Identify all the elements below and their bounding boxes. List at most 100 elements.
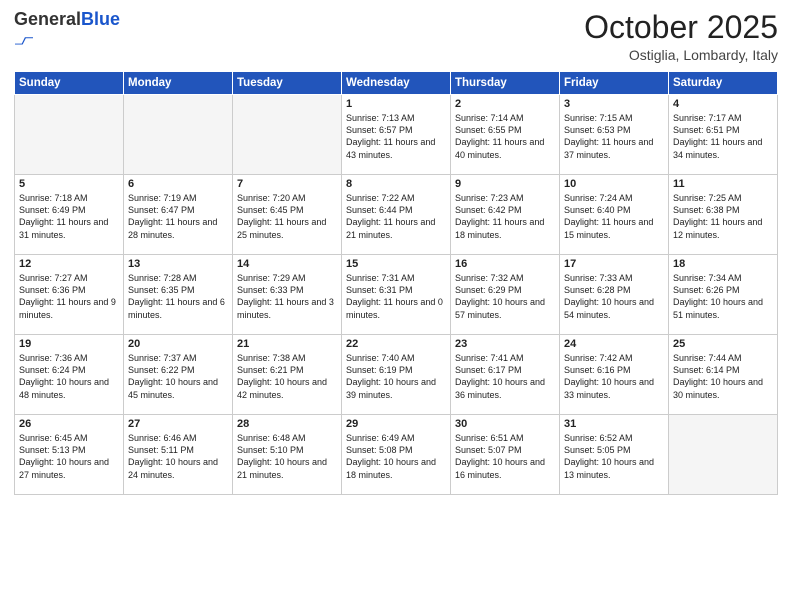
- calendar-week-row: 26 Sunrise: 6:45 AMSunset: 5:13 PMDayligh…: [15, 415, 778, 495]
- day-number: 15: [346, 258, 446, 270]
- cell-text: Sunrise: 7:19 AMSunset: 6:47 PMDaylight:…: [128, 192, 228, 241]
- col-monday: Monday: [124, 72, 233, 95]
- header: GeneralBlue October 2025 Ostiglia, Lomba…: [14, 10, 778, 63]
- cell-text: Sunrise: 7:13 AMSunset: 6:57 PMDaylight:…: [346, 112, 446, 161]
- day-number: 6: [128, 178, 228, 190]
- day-number: 10: [564, 178, 664, 190]
- table-row: 21Sunrise: 7:38 AMSunset: 6:21 PMDayligh…: [233, 335, 342, 415]
- cell-text: Sunrise: 6:45 AMSunset: 5:13 PMDaylight:…: [19, 432, 119, 481]
- table-row: 8 Sunrise: 7:22 AMSunset: 6:44 PMDaylight…: [342, 175, 451, 255]
- month-title: October 2025: [584, 10, 778, 45]
- calendar-week-row: 1 Sunrise: 7:13 AMSunset: 6:57 PMDaylight…: [15, 95, 778, 175]
- day-number: 13: [128, 258, 228, 270]
- cell-text: Sunrise: 7:42 AMSunset: 6:16 PMDaylight:…: [564, 352, 664, 401]
- logo: GeneralBlue: [14, 10, 120, 49]
- cell-text: Sunrise: 7:40 AMSunset: 6:19 PMDaylight:…: [346, 352, 446, 401]
- col-saturday: Saturday: [669, 72, 778, 95]
- day-number: 26: [19, 418, 119, 430]
- day-number: 25: [673, 338, 773, 350]
- day-number: 16: [455, 258, 555, 270]
- table-row: 20 Sunrise: 7:37 AMSunset: 6:22 PMDayligh…: [124, 335, 233, 415]
- day-number: 1: [346, 98, 446, 110]
- cell-text: Sunrise: 7:25 AMSunset: 6:38 PMDaylight:…: [673, 192, 773, 241]
- cell-text: Sunrise: 7:31 AMSunset: 6:31 PMDaylight:…: [346, 272, 446, 321]
- day-number: 11: [673, 178, 773, 190]
- day-number: 28: [237, 418, 337, 430]
- table-row: 9 Sunrise: 7:23 AMSunset: 6:42 PMDaylight…: [451, 175, 560, 255]
- day-number: 18: [673, 258, 773, 270]
- table-row: 25 Sunrise: 7:44 AMSunset: 6:14 PMDayligh…: [669, 335, 778, 415]
- day-number: 5: [19, 178, 119, 190]
- table-row: 22 Sunrise: 7:40 AMSunset: 6:19 PMDayligh…: [342, 335, 451, 415]
- cell-text: Sunrise: 7:33 AMSunset: 6:28 PMDaylight:…: [564, 272, 664, 321]
- day-number: 24: [564, 338, 664, 350]
- location: Ostiglia, Lombardy, Italy: [584, 47, 778, 63]
- day-number: 19: [19, 338, 119, 350]
- day-number: 22: [346, 338, 446, 350]
- table-row: 31Sunrise: 6:52 AMSunset: 5:05 PMDayligh…: [560, 415, 669, 495]
- logo-blue: Blue: [81, 9, 120, 29]
- logo-text: GeneralBlue: [14, 10, 120, 30]
- day-number: 9: [455, 178, 555, 190]
- cell-text: Sunrise: 7:15 AMSunset: 6:53 PMDaylight:…: [564, 112, 664, 161]
- day-number: 7: [237, 178, 337, 190]
- table-row: 26 Sunrise: 6:45 AMSunset: 5:13 PMDayligh…: [15, 415, 124, 495]
- table-row: 4Sunrise: 7:17 AMSunset: 6:51 PMDaylight…: [669, 95, 778, 175]
- table-row: 3 Sunrise: 7:15 AMSunset: 6:53 PMDaylight…: [560, 95, 669, 175]
- cell-text: Sunrise: 7:37 AMSunset: 6:22 PMDaylight:…: [128, 352, 228, 401]
- table-row: 10 Sunrise: 7:24 AMSunset: 6:40 PMDayligh…: [560, 175, 669, 255]
- col-tuesday: Tuesday: [233, 72, 342, 95]
- day-number: 29: [346, 418, 446, 430]
- cell-text: Sunrise: 6:48 AMSunset: 5:10 PMDaylight:…: [237, 432, 337, 481]
- cell-text: Sunrise: 7:20 AMSunset: 6:45 PMDaylight:…: [237, 192, 337, 241]
- calendar-week-row: 12 Sunrise: 7:27 AMSunset: 6:36 PMDayligh…: [15, 255, 778, 335]
- cell-text: Sunrise: 7:44 AMSunset: 6:14 PMDaylight:…: [673, 352, 773, 401]
- cell-text: Sunrise: 7:41 AMSunset: 6:17 PMDaylight:…: [455, 352, 555, 401]
- day-number: 2: [455, 98, 555, 110]
- cell-text: Sunrise: 6:51 AMSunset: 5:07 PMDaylight:…: [455, 432, 555, 481]
- day-number: 14: [237, 258, 337, 270]
- day-number: 30: [455, 418, 555, 430]
- cell-text: Sunrise: 7:34 AMSunset: 6:26 PMDaylight:…: [673, 272, 773, 321]
- cell-text: Sunrise: 7:27 AMSunset: 6:36 PMDaylight:…: [19, 272, 119, 321]
- calendar-header-row: Sunday Monday Tuesday Wednesday Thursday…: [15, 72, 778, 95]
- day-number: 8: [346, 178, 446, 190]
- table-row: 2 Sunrise: 7:14 AMSunset: 6:55 PMDaylight…: [451, 95, 560, 175]
- table-row: 16Sunrise: 7:32 AMSunset: 6:29 PMDayligh…: [451, 255, 560, 335]
- day-number: 27: [128, 418, 228, 430]
- cell-text: Sunrise: 6:49 AMSunset: 5:08 PMDaylight:…: [346, 432, 446, 481]
- table-row: 24 Sunrise: 7:42 AMSunset: 6:16 PMDayligh…: [560, 335, 669, 415]
- table-row: [124, 95, 233, 175]
- title-block: October 2025 Ostiglia, Lombardy, Italy: [584, 10, 778, 63]
- cell-text: Sunrise: 7:23 AMSunset: 6:42 PMDaylight:…: [455, 192, 555, 241]
- cell-text: Sunrise: 7:14 AMSunset: 6:55 PMDaylight:…: [455, 112, 555, 161]
- cell-text: Sunrise: 6:46 AMSunset: 5:11 PMDaylight:…: [128, 432, 228, 481]
- cell-text: Sunrise: 7:18 AMSunset: 6:49 PMDaylight:…: [19, 192, 119, 241]
- table-row: 27 Sunrise: 6:46 AMSunset: 5:11 PMDayligh…: [124, 415, 233, 495]
- day-number: 23: [455, 338, 555, 350]
- table-row: 19Sunrise: 7:36 AMSunset: 6:24 PMDayligh…: [15, 335, 124, 415]
- table-row: 12 Sunrise: 7:27 AMSunset: 6:36 PMDayligh…: [15, 255, 124, 335]
- cell-text: Sunrise: 7:38 AMSunset: 6:21 PMDaylight:…: [237, 352, 337, 401]
- day-number: 3: [564, 98, 664, 110]
- table-row: 5 Sunrise: 7:18 AMSunset: 6:49 PMDaylight…: [15, 175, 124, 255]
- col-friday: Friday: [560, 72, 669, 95]
- cell-text: Sunrise: 6:52 AMSunset: 5:05 PMDaylight:…: [564, 432, 664, 481]
- calendar-week-row: 5 Sunrise: 7:18 AMSunset: 6:49 PMDaylight…: [15, 175, 778, 255]
- table-row: 6 Sunrise: 7:19 AMSunset: 6:47 PMDaylight…: [124, 175, 233, 255]
- table-row: [15, 95, 124, 175]
- calendar-week-row: 19Sunrise: 7:36 AMSunset: 6:24 PMDayligh…: [15, 335, 778, 415]
- cell-text: Sunrise: 7:22 AMSunset: 6:44 PMDaylight:…: [346, 192, 446, 241]
- cell-text: Sunrise: 7:29 AMSunset: 6:33 PMDaylight:…: [237, 272, 337, 321]
- cell-text: Sunrise: 7:28 AMSunset: 6:35 PMDaylight:…: [128, 272, 228, 321]
- day-number: 12: [19, 258, 119, 270]
- table-row: [233, 95, 342, 175]
- table-row: 18 Sunrise: 7:34 AMSunset: 6:26 PMDayligh…: [669, 255, 778, 335]
- table-row: 30 Sunrise: 6:51 AMSunset: 5:07 PMDayligh…: [451, 415, 560, 495]
- table-row: 29 Sunrise: 6:49 AMSunset: 5:08 PMDayligh…: [342, 415, 451, 495]
- table-row: [669, 415, 778, 495]
- cell-text: Sunrise: 7:24 AMSunset: 6:40 PMDaylight:…: [564, 192, 664, 241]
- logo-icon: [15, 31, 33, 49]
- day-number: 20: [128, 338, 228, 350]
- table-row: 17Sunrise: 7:33 AMSunset: 6:28 PMDayligh…: [560, 255, 669, 335]
